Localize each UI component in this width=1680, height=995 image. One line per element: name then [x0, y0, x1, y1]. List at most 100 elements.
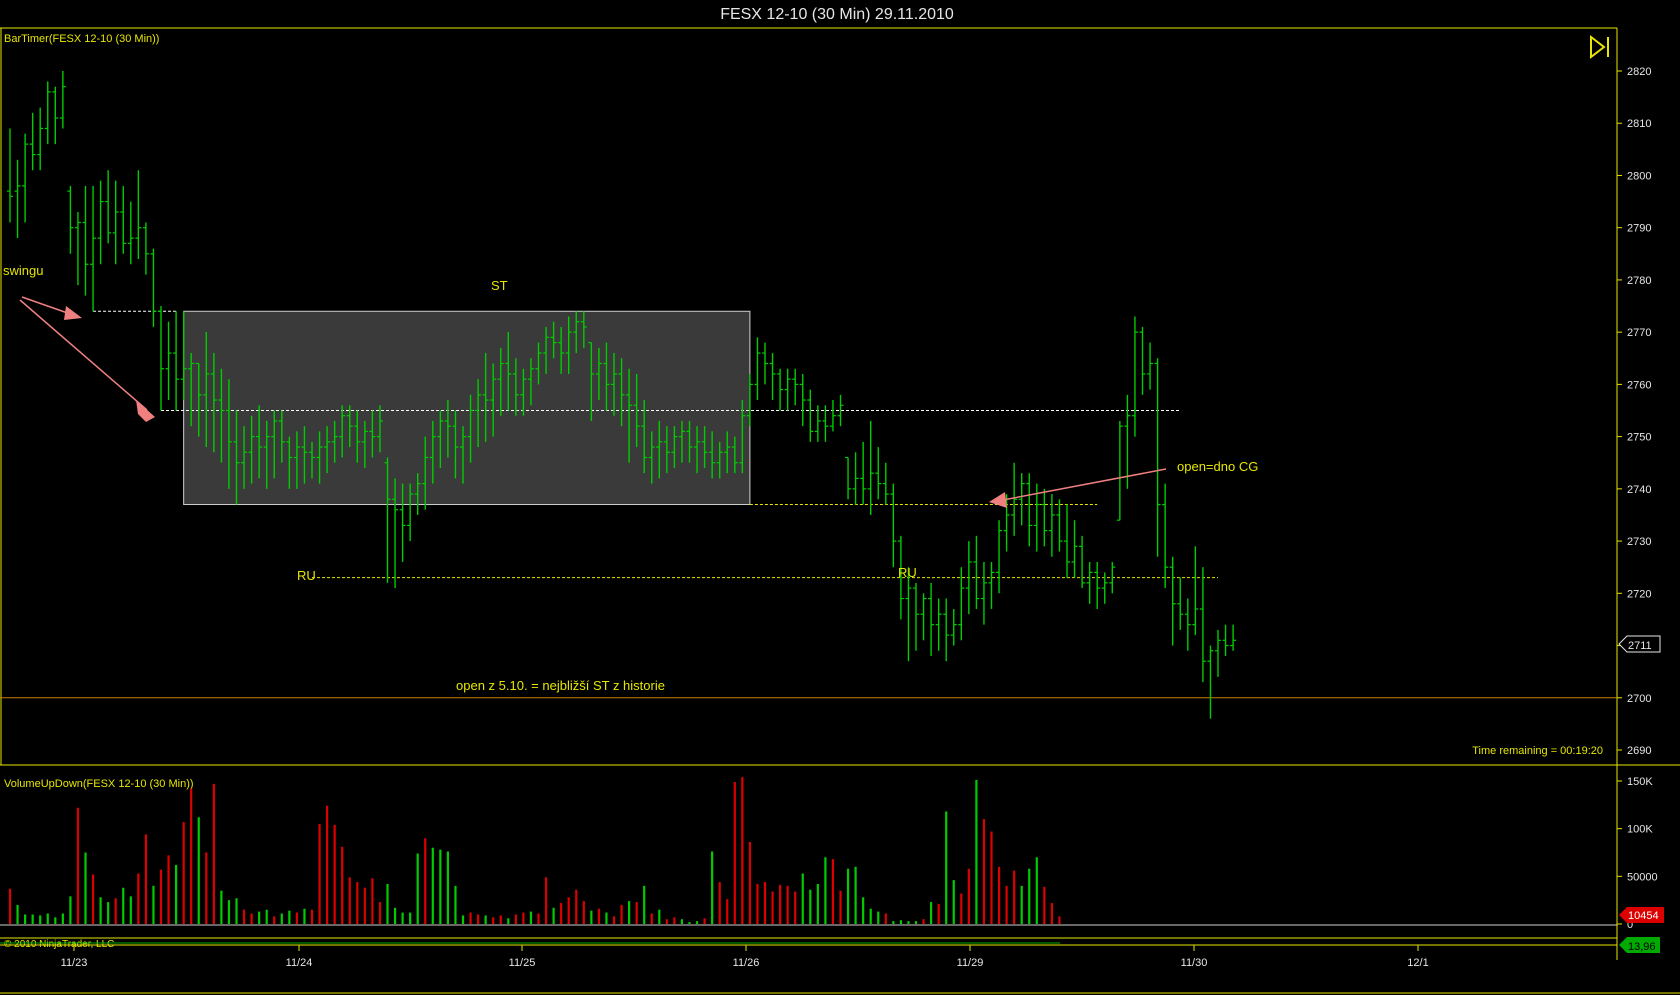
- ohlc-bar: [1207, 645, 1214, 719]
- play-to-end-icon[interactable]: [1590, 34, 1609, 60]
- ohlc-bar: [127, 201, 134, 265]
- chart-canvas[interactable]: FESX 12-10 (30 Min) 29.11.2010 BarTimer(…: [0, 0, 1680, 995]
- arrow-swingu-lower: [19, 299, 155, 422]
- ohlc-bar: [973, 535, 980, 609]
- ohlc-bar: [165, 321, 172, 401]
- ohlc-bar: [112, 180, 119, 265]
- ohlc-bar: [913, 582, 919, 651]
- ohlc-bar: [1018, 473, 1025, 526]
- ohlc-bar: [59, 71, 66, 129]
- ohlc-bar: [799, 373, 806, 427]
- ohlc-bar: [935, 598, 942, 651]
- annotation-ru-left: RU: [297, 568, 316, 583]
- date-tick-label: 11/30: [1181, 957, 1208, 969]
- ohlc-bar: [958, 567, 965, 641]
- ohlc-bar: [52, 86, 59, 145]
- window-title: FESX 12-10 (30 Min) 29.11.2010: [720, 6, 954, 23]
- copyright-label: © 2010 NinjaTrader, LLC: [4, 939, 114, 950]
- volume-tick-label: 50000: [1627, 871, 1658, 883]
- range-box: [183, 310, 751, 506]
- ohlc-bar: [829, 400, 836, 432]
- price-tick-label: 2690: [1627, 745, 1651, 757]
- ohlc-bar: [950, 608, 957, 646]
- bottom-value-label: 13,96: [1628, 941, 1656, 953]
- axis-layer: 2820 2810 2800 2790 2780 2770 2760 2750 2740 2730…: [61, 66, 1658, 969]
- ohlc-bar: [1079, 535, 1086, 589]
- volume-tick-label: 100K: [1627, 824, 1653, 836]
- ohlc-bar: [97, 180, 104, 265]
- ohlc-bar: [74, 212, 81, 286]
- ohlc-bar: [1154, 358, 1161, 557]
- ohlc-bar: [37, 107, 44, 171]
- ohlc-bar: [1048, 494, 1055, 557]
- ohlc-bar: [120, 185, 127, 254]
- last-price-tag: 2711: [1618, 635, 1661, 653]
- ohlc-bar: [882, 462, 889, 505]
- ohlc-bar: [988, 561, 995, 609]
- ohlc-bar: [777, 368, 784, 411]
- volume-indicator-label: VolumeUpDown(FESX 12-10 (30 Min)): [4, 778, 194, 790]
- price-tick-label: 2820: [1627, 66, 1651, 78]
- price-tick-label: 2770: [1627, 327, 1651, 339]
- bartimer-label: BarTimer(FESX 12-10 (30 Min)): [4, 33, 159, 45]
- arrow-open-dno: [989, 468, 1167, 508]
- date-tick-label: 11/26: [733, 957, 760, 969]
- price-tick-label: 2810: [1627, 118, 1651, 130]
- annotation-open-dno: open=dno CG: [1177, 459, 1258, 474]
- ohlc-bar: [762, 342, 768, 385]
- date-tick-label: 11/24: [286, 957, 313, 969]
- ohlc-bar: [784, 368, 791, 411]
- price-tick-label: 2750: [1627, 432, 1651, 444]
- ohlc-bar: [980, 561, 987, 625]
- ohlc-bar: [105, 170, 112, 244]
- ohlc-bar: [1169, 556, 1176, 646]
- annotation-swingu: swingu: [3, 263, 43, 278]
- ohlc-bar: [7, 128, 13, 223]
- ohlc-bar: [920, 593, 927, 641]
- ohlc-bar: [1199, 567, 1206, 683]
- ohlc-bar: [814, 405, 821, 442]
- ohlc-bar: [1064, 504, 1070, 578]
- ohlc-bar: [845, 456, 852, 500]
- last-volume-tag: 10454: [1619, 907, 1664, 923]
- ohlc-bar: [1116, 420, 1123, 521]
- date-tick-label: 11/29: [957, 957, 984, 969]
- ohlc-bar: [867, 420, 874, 515]
- ohlc-bar: [754, 337, 761, 401]
- ohlc-bar: [1162, 483, 1169, 589]
- ohlc-bar: [1184, 598, 1191, 651]
- price-tick-label: 2790: [1627, 223, 1651, 235]
- ohlc-bar: [67, 185, 74, 254]
- last-volume-label: 10454: [1628, 910, 1659, 922]
- ohlc-bar: [1230, 624, 1237, 651]
- ohlc-bar: [1192, 546, 1199, 636]
- annotation-ru-right: RU: [898, 565, 917, 580]
- price-tick-label: 2760: [1627, 379, 1651, 391]
- ohlc-bar: [875, 447, 882, 500]
- ohlc-bar: [852, 452, 859, 505]
- ohlc-bar: [1131, 316, 1138, 437]
- ohlc-bar: [1011, 462, 1018, 536]
- ohlc-bar: [1086, 561, 1093, 604]
- ohlc-bar: [1215, 629, 1221, 677]
- price-tick-label: 2800: [1627, 170, 1651, 182]
- ohlc-bar: [135, 170, 142, 260]
- ohlc-bar: [14, 159, 21, 239]
- price-tick-label: 2720: [1627, 588, 1651, 600]
- ohlc-bar: [1071, 520, 1078, 578]
- ohlc-bar: [769, 353, 776, 401]
- ohlc-bar: [1041, 488, 1048, 547]
- ohlc-bar: [965, 541, 972, 615]
- arrow-swingu-upper: [21, 296, 82, 320]
- ohlc-bar: [860, 441, 867, 505]
- range-box-layer: [183, 310, 751, 506]
- annotation-open-history: open z 5.10. = nejbližší ST z historie: [456, 678, 665, 693]
- date-tick-label: 11/23: [61, 957, 88, 969]
- ohlc-bar: [82, 185, 89, 296]
- ohlc-bar: [29, 112, 36, 171]
- date-tick-label: 12/1: [1407, 957, 1428, 969]
- price-tick-label: 2700: [1627, 693, 1651, 705]
- last-price-label: 2711: [1628, 640, 1652, 652]
- ohlc-bar: [890, 483, 897, 568]
- volume-bars-layer: [0, 777, 1617, 944]
